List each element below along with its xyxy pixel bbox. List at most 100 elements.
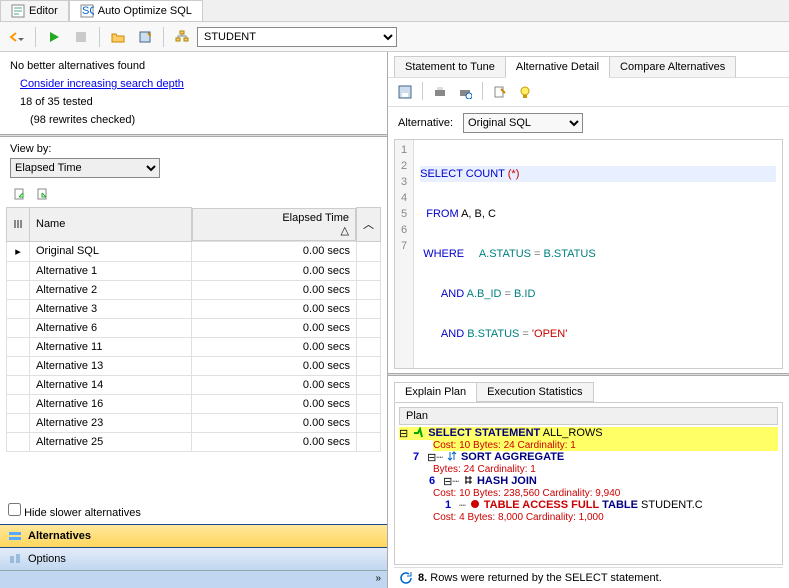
row-elapsed: 0.00 secs <box>192 375 357 394</box>
view-by-select[interactable]: Elapsed Time <box>10 158 160 178</box>
elapsed-col-header[interactable]: Elapsed Time △ <box>192 208 356 241</box>
plan-row-select-statement[interactable]: ⊟ SELECT STATEMENT ALL_ROWS <box>399 427 778 440</box>
nav-alternatives[interactable]: Alternatives <box>0 524 387 547</box>
explain-plan-tree: Plan ⊟ SELECT STATEMENT ALL_ROWS Cost: 1… <box>394 402 783 565</box>
hash-icon <box>463 475 473 485</box>
row-name: Alternative 23 <box>30 413 192 432</box>
table-row[interactable]: Alternative 250.00 secs <box>7 432 381 451</box>
table-row[interactable]: Alternative 110.00 secs <box>7 337 381 356</box>
tab-execution-statistics[interactable]: Execution Statistics <box>476 382 593 402</box>
back-dropdown-button[interactable] <box>5 26 29 48</box>
schema-button[interactable] <box>170 26 194 48</box>
row-pointer <box>7 261 30 280</box>
line-gutter: 1234567 <box>395 140 414 368</box>
plan-row-table-access-full[interactable]: 1┈ TABLE ACCESS FULL TABLE STUDENT.C <box>445 499 778 512</box>
editor-icon <box>11 4 25 18</box>
edit-button[interactable] <box>489 82 511 102</box>
consider-depth-link[interactable]: Consider increasing search depth <box>20 78 184 90</box>
row-name: Original SQL <box>30 241 192 261</box>
main-toolbar: STUDENT <box>0 22 789 52</box>
row-pointer <box>7 280 30 299</box>
alternatives-icon <box>8 529 22 543</box>
row-name: Alternative 13 <box>30 356 192 375</box>
table-row[interactable]: Alternative 140.00 secs <box>7 375 381 394</box>
plan-cost-3: Cost: 10 Bytes: 238,560 Cardinality: 9,9… <box>433 488 778 499</box>
tree-branch-icon <box>412 427 424 439</box>
left-panel: No better alternatives found Consider in… <box>0 52 388 588</box>
alternative-label: Alternative: <box>398 117 453 129</box>
table-row[interactable]: ▸Original SQL0.00 secs <box>7 241 381 261</box>
row-scroll-cell <box>357 299 381 318</box>
row-name: Alternative 6 <box>30 318 192 337</box>
row-name: Alternative 3 <box>30 299 192 318</box>
nav-expand-footer[interactable]: » <box>0 570 387 588</box>
row-scroll-cell <box>357 432 381 451</box>
name-col-header[interactable]: Name <box>30 208 192 242</box>
hide-slower-checkbox[interactable] <box>8 503 21 516</box>
row-pointer <box>7 299 30 318</box>
main-tab-bar: Editor SQL Auto Optimize SQL <box>0 0 789 22</box>
stop-button[interactable] <box>69 26 93 48</box>
hide-slower-checkbox-label[interactable]: Hide slower alternatives <box>8 507 141 519</box>
refresh-icon[interactable] <box>398 571 412 585</box>
row-pointer <box>7 394 30 413</box>
view-by-label: View by: <box>10 143 377 155</box>
sql-editor[interactable]: 1234567 SELECT COUNT (*) FROM A, B, C WH… <box>394 139 783 369</box>
alternatives-table: Name Elapsed Time △ ︿ ▸Original SQL0.00 … <box>6 207 381 452</box>
row-scroll-cell <box>357 280 381 299</box>
tab-compare-alternatives[interactable]: Compare Alternatives <box>609 56 736 78</box>
tested-count-text: 18 of 35 tested <box>20 96 377 108</box>
row-scroll-cell <box>357 375 381 394</box>
no-better-text: No better alternatives found <box>10 60 377 72</box>
row-name: Alternative 25 <box>30 432 192 451</box>
plan-row-hash-join[interactable]: 6⊟┈ HASH JOIN <box>429 475 778 488</box>
tab-statement-to-tune[interactable]: Statement to Tune <box>394 56 506 78</box>
plan-row-sort-aggregate[interactable]: 7⊟┈ SORT AGGREGATE <box>413 451 778 464</box>
row-name: Alternative 14 <box>30 375 192 394</box>
row-name: Alternative 16 <box>30 394 192 413</box>
save-button[interactable] <box>133 26 157 48</box>
row-pointer <box>7 432 30 451</box>
full-scan-icon <box>470 499 480 509</box>
run-button[interactable] <box>42 26 66 48</box>
row-scroll-cell <box>357 356 381 375</box>
sql-text[interactable]: SELECT COUNT (*) FROM A, B, C WHERE A.ST… <box>414 140 782 368</box>
row-scroll-cell <box>357 318 381 337</box>
row-pointer <box>7 318 30 337</box>
row-name: Alternative 2 <box>30 280 192 299</box>
row-pointer <box>7 337 30 356</box>
right-panel: Statement to Tune Alternative Detail Com… <box>388 52 789 588</box>
row-elapsed: 0.00 secs <box>192 280 357 299</box>
row-scroll-cell <box>357 413 381 432</box>
database-select[interactable]: STUDENT <box>197 27 397 47</box>
sql-optimize-icon: SQL <box>80 4 94 18</box>
row-elapsed: 0.00 secs <box>192 432 357 451</box>
row-pointer <box>7 413 30 432</box>
light-bulb-button[interactable] <box>514 82 536 102</box>
table-row[interactable]: Alternative 160.00 secs <box>7 394 381 413</box>
nav-options[interactable]: Options <box>0 547 387 570</box>
open-button[interactable] <box>106 26 130 48</box>
export-button-1[interactable] <box>10 185 30 203</box>
plan-cost-2: Bytes: 24 Cardinality: 1 <box>433 464 778 475</box>
print-button[interactable] <box>429 82 451 102</box>
alternative-select[interactable]: Original SQL <box>463 113 583 133</box>
tab-auto-optimize[interactable]: SQL Auto Optimize SQL <box>69 0 203 21</box>
plan-column-header[interactable]: Plan <box>399 407 778 425</box>
row-scroll-cell <box>357 261 381 280</box>
row-elapsed: 0.00 secs <box>192 241 357 261</box>
table-row[interactable]: Alternative 10.00 secs <box>7 261 381 280</box>
table-row[interactable]: Alternative 130.00 secs <box>7 356 381 375</box>
table-row[interactable]: Alternative 60.00 secs <box>7 318 381 337</box>
tab-alternative-detail[interactable]: Alternative Detail <box>505 56 610 78</box>
save-sql-button[interactable] <box>394 82 416 102</box>
table-row[interactable]: Alternative 20.00 secs <box>7 280 381 299</box>
table-row[interactable]: Alternative 230.00 secs <box>7 413 381 432</box>
table-row[interactable]: Alternative 30.00 secs <box>7 299 381 318</box>
tab-explain-plan[interactable]: Explain Plan <box>394 382 477 402</box>
export-button-2[interactable] <box>33 185 53 203</box>
tab-editor[interactable]: Editor <box>0 0 69 21</box>
pointer-col-header[interactable] <box>7 208 30 242</box>
right-splitter[interactable] <box>388 373 789 376</box>
print-preview-button[interactable] <box>454 82 476 102</box>
